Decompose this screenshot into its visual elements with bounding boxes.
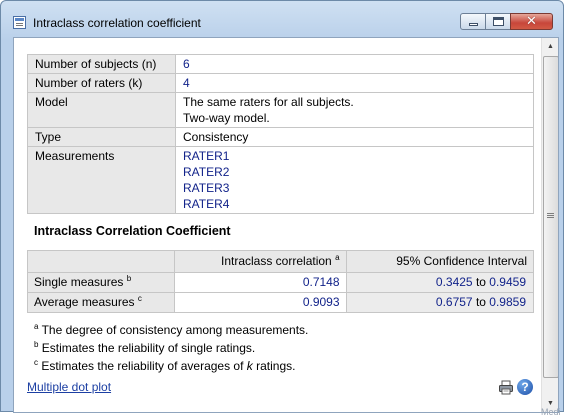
scroll-thumb[interactable]	[543, 56, 558, 378]
ci-value: 0.3425 to 0.9459	[345, 272, 535, 293]
client-area: Number of subjects (n) 6 Number of rater…	[13, 37, 559, 413]
measurement-item: RATER2	[183, 165, 230, 179]
footnote-text: ratings.	[252, 359, 296, 373]
ci-low: 0.3425	[435, 275, 473, 289]
background-text: Medi	[541, 407, 561, 417]
row-label-text: Average measures	[34, 295, 135, 309]
footnotes: a The degree of consistency among measur…	[34, 321, 308, 375]
help-icon[interactable]: ?	[517, 379, 533, 395]
icc-value: 0.9093	[174, 292, 347, 313]
ci-high: 0.9859	[489, 295, 526, 309]
table-icon	[13, 16, 26, 29]
ci-high: 0.9459	[489, 275, 526, 289]
table-row: Average measures c 0.9093 0.6757 to 0.98…	[27, 292, 535, 313]
header-icc: Intraclass correlation a	[174, 250, 347, 273]
maximize-icon	[492, 17, 504, 26]
type-value: Consistency	[175, 127, 534, 147]
window-title: Intraclass correlation coefficient	[33, 16, 201, 30]
footnote-marker: c	[34, 358, 38, 367]
subjects-value: 6	[175, 54, 534, 74]
model-label: Model	[27, 92, 176, 128]
raters-value: 4	[175, 73, 534, 93]
raters-label: Number of raters (k)	[27, 73, 176, 93]
measurements-list: RATER1 RATER2 RATER3 RATER4	[175, 146, 534, 214]
table-row: Number of raters (k) 4	[27, 73, 534, 93]
header-icc-label: Intraclass correlation	[221, 254, 332, 268]
close-button[interactable]: ✕	[510, 13, 553, 30]
model-value: The same raters for all subjects. Two-wa…	[175, 92, 534, 128]
footnote-text: Estimates the reliability of averages of	[41, 359, 247, 373]
footnote-marker: a	[335, 253, 340, 262]
scroll-up-button[interactable]: ▲	[543, 38, 558, 54]
ci-value: 0.6757 to 0.9859	[345, 292, 535, 313]
close-icon: ✕	[526, 14, 537, 29]
footnote-marker: b	[126, 274, 132, 283]
icc-value: 0.7148	[174, 272, 347, 293]
footnote-marker: a	[34, 322, 39, 331]
footnote-marker: c	[137, 294, 142, 303]
table-row: Type Consistency	[27, 127, 534, 147]
subjects-label: Number of subjects (n)	[27, 54, 176, 74]
footnote: a The degree of consistency among measur…	[34, 321, 308, 339]
header-ci: 95% Confidence Interval	[345, 250, 535, 273]
grip-icon	[547, 213, 554, 214]
model-line: The same raters for all subjects.	[183, 95, 354, 109]
arrow-down-icon: ▼	[547, 399, 554, 407]
table-row: Single measures b 0.7148 0.3425 to 0.945…	[27, 272, 535, 293]
icc-window: Intraclass correlation coefficient ✕ Num…	[0, 0, 564, 413]
measurement-item: RATER4	[183, 197, 230, 211]
ci-to: to	[475, 295, 486, 309]
table-header-row: Intraclass correlation a 95% Confidence …	[27, 250, 535, 273]
row-label-text: Single measures	[34, 275, 124, 289]
minimize-icon	[468, 23, 478, 26]
row-label: Average measures c	[27, 292, 175, 313]
vertical-scrollbar[interactable]: ▲ ▼	[541, 38, 558, 412]
icc-table: Intraclass correlation a 95% Confidence …	[27, 250, 535, 313]
footnote-text: Estimates the reliability of single rati…	[41, 341, 256, 355]
maximize-button[interactable]	[485, 13, 511, 30]
footnote-text: The degree of consistency among measurem…	[41, 323, 309, 337]
window-controls: ✕	[460, 13, 553, 32]
print-icon[interactable]	[498, 380, 514, 395]
footnote: b Estimates the reliability of single ra…	[34, 339, 308, 357]
table-row: Number of subjects (n) 6	[27, 54, 534, 74]
arrow-up-icon: ▲	[547, 42, 554, 50]
summary-table: Number of subjects (n) 6 Number of rater…	[27, 54, 534, 214]
ci-low: 0.6757	[435, 295, 473, 309]
measurement-item: RATER1	[183, 149, 230, 163]
title-bar[interactable]: Intraclass correlation coefficient ✕	[1, 1, 563, 37]
measurements-label: Measurements	[27, 146, 176, 214]
footnote-marker: b	[34, 340, 39, 349]
header-corner	[27, 250, 175, 273]
footnote: c Estimates the reliability of averages …	[34, 357, 308, 375]
type-label: Type	[27, 127, 176, 147]
results-content: Number of subjects (n) 6 Number of rater…	[14, 38, 540, 412]
table-row: Model The same raters for all subjects. …	[27, 92, 534, 128]
ci-to: to	[475, 275, 486, 289]
measurement-item: RATER3	[183, 181, 230, 195]
icc-heading: Intraclass Correlation Coefficient	[34, 224, 231, 238]
table-row: Measurements RATER1 RATER2 RATER3 RATER4	[27, 146, 534, 214]
multiple-dot-plot-link[interactable]: Multiple dot plot	[27, 380, 111, 394]
minimize-button[interactable]	[460, 13, 486, 30]
model-line: Two-way model.	[183, 111, 270, 125]
row-label: Single measures b	[27, 272, 175, 293]
